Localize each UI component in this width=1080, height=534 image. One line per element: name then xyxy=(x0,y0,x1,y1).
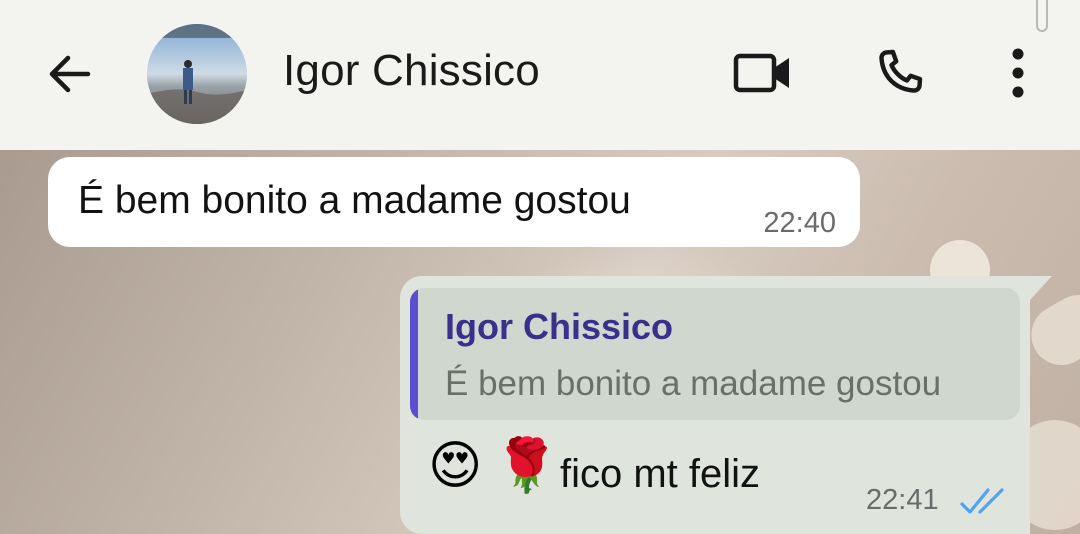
rose-emoji: 🌹 xyxy=(494,437,559,495)
contact-avatar[interactable] xyxy=(147,24,247,124)
voice-call-button[interactable] xyxy=(866,42,932,104)
message-text: fico mt feliz xyxy=(560,452,761,496)
back-button[interactable] xyxy=(38,44,98,104)
video-camera-icon xyxy=(733,53,789,93)
more-vertical-icon xyxy=(1012,48,1024,98)
incoming-message-bubble[interactable]: É bem bonito a madame gostou 22:40 xyxy=(48,157,860,247)
chat-area[interactable]: É bem bonito a madame gostou 22:40 Igor … xyxy=(0,150,1080,534)
avatar-photo xyxy=(147,24,247,124)
phone-icon xyxy=(879,49,923,93)
quoted-author: Igor Chissico xyxy=(445,306,674,347)
scrollbar[interactable] xyxy=(1036,0,1048,32)
message-text: É bem bonito a madame gostou xyxy=(78,179,631,222)
video-call-button[interactable] xyxy=(730,42,796,104)
more-options-button[interactable] xyxy=(996,42,1040,104)
quoted-message[interactable]: Igor Chissico É bem bonito a madame gost… xyxy=(410,288,1020,420)
quote-accent-bar xyxy=(410,288,418,420)
bubble-tail xyxy=(1030,276,1052,300)
quoted-text: É bem bonito a madame gostou xyxy=(445,364,942,403)
back-arrow-icon xyxy=(49,55,91,93)
contact-name[interactable]: Igor Chissico xyxy=(283,46,540,96)
outgoing-message-bubble[interactable]: Igor Chissico É bem bonito a madame gost… xyxy=(400,276,1030,534)
read-receipt-icon xyxy=(960,488,1004,514)
message-time: 22:40 xyxy=(763,207,836,239)
message-time: 22:41 xyxy=(866,484,939,516)
heart-eyes-emoji: 😍 xyxy=(428,437,483,495)
chat-header: Igor Chissico xyxy=(0,0,1080,150)
